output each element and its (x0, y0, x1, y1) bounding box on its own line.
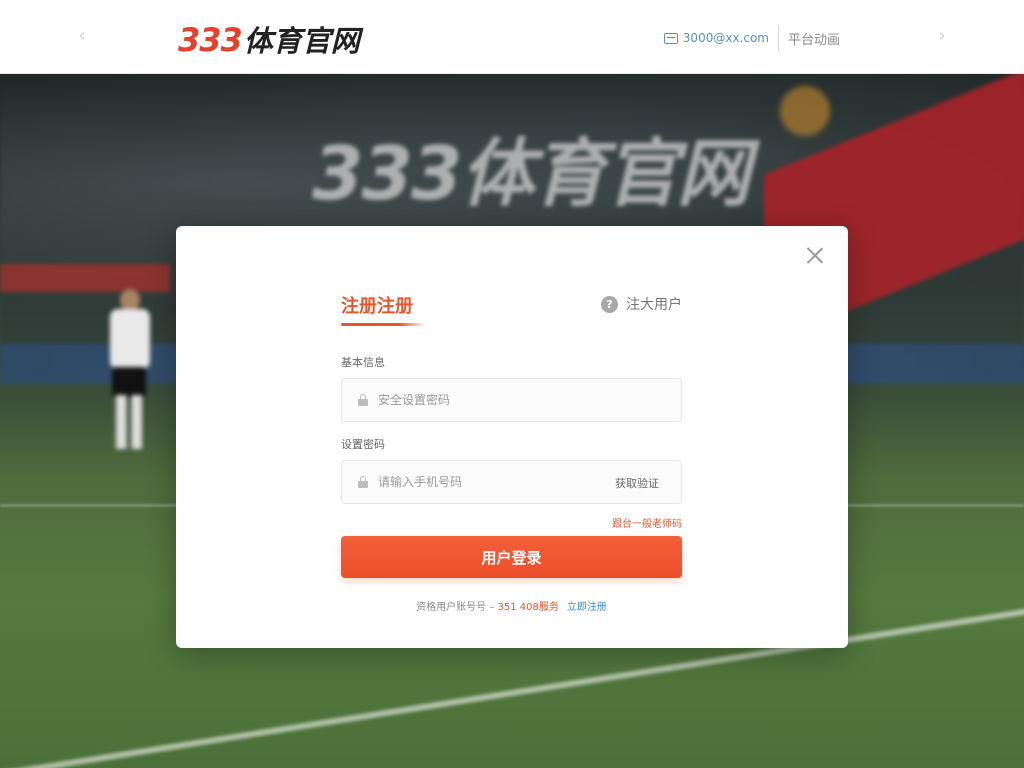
hotline[interactable]: 3000@xx.com (663, 31, 769, 45)
header-divider (777, 25, 779, 51)
footer-highlight: 351 408服务 (497, 602, 559, 613)
background-banner-text: 333体育官网 (312, 131, 750, 217)
red-advert-board (0, 264, 170, 292)
header-right: 3000@xx.com 平台动画 (663, 25, 840, 51)
site-logo[interactable]: 333 体育官网 (178, 18, 360, 59)
tab-user-label: 注大用户 (626, 297, 682, 313)
logo-number: 333 (178, 21, 243, 59)
lock-icon (358, 476, 368, 488)
field1-box[interactable] (341, 378, 682, 422)
stadium-light (780, 86, 830, 136)
chevron-right-icon[interactable]: › (932, 26, 952, 46)
login-modal: 注册注册 ? 注大用户 基本信息 设置密码 获取验证 跟台一般老师码 用户登录 … (176, 226, 848, 648)
password-field[interactable] (378, 393, 588, 407)
field1-label: 基本信息 (341, 356, 385, 369)
phone-field[interactable] (378, 475, 588, 489)
footer-text: 资格用户账号号 – (416, 602, 498, 613)
login-form: 注册注册 ? 注大用户 基本信息 设置密码 获取验证 跟台一般老师码 用户登录 … (341, 288, 682, 613)
help-icon: ? (601, 295, 618, 313)
register-link[interactable]: 立即注册 (567, 602, 607, 613)
logo-text: 体育官网 (243, 24, 360, 58)
get-code-button[interactable]: 获取验证 (615, 475, 659, 491)
player-figure (104, 289, 154, 449)
top-header: ‹ 333 体育官网 3000@xx.com 平台动画 › (0, 0, 1024, 74)
login-button[interactable]: 用户登录 (341, 536, 682, 578)
forgot-password-link[interactable]: 跟台一般老师码 (612, 519, 682, 530)
footer-note: 资格用户账号号 – 351 408服务 立即注册 (341, 598, 682, 613)
tab-active-indicator (341, 323, 425, 326)
field2-box[interactable]: 获取验证 (341, 460, 682, 504)
tab-user[interactable]: ? 注大用户 (601, 294, 682, 314)
form-tabs: 注册注册 ? 注大用户 (341, 288, 682, 328)
close-icon[interactable] (806, 246, 824, 264)
chevron-left-icon[interactable]: ‹ (72, 26, 92, 46)
hotline-label: 3000@xx.com (682, 31, 769, 45)
forgot-row: 跟台一般老师码 (341, 512, 682, 530)
field2-label: 设置密码 (341, 438, 385, 451)
tab-register[interactable]: 注册注册 (341, 292, 413, 318)
lock-icon (358, 394, 368, 406)
contact-icon (663, 32, 678, 44)
platform-link[interactable]: 平台动画 (788, 29, 840, 48)
